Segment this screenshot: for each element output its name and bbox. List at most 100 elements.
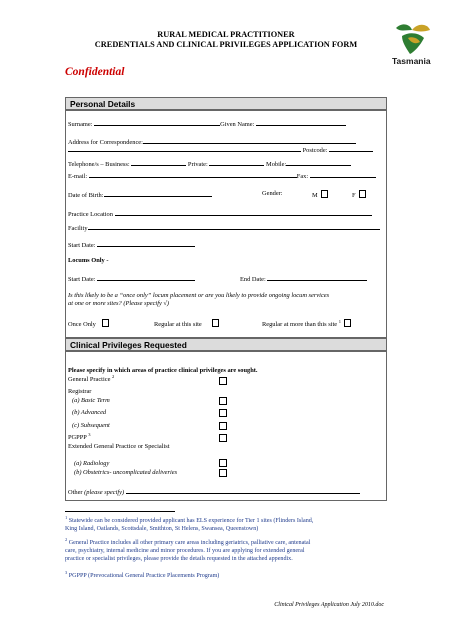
business-phone-field[interactable] [131, 159, 187, 166]
locums-only-label: Locums Only - [68, 257, 109, 264]
postcode-label: Postcode: [302, 147, 328, 154]
footnote-1-line2: King Island, Oatlands, Scottsdale, Smith… [65, 526, 259, 533]
private-phone-field[interactable] [209, 159, 265, 166]
footnote-3-line1: 3 PGPPP (Prevocational General Practice … [65, 570, 395, 580]
pgppp-checkbox[interactable] [219, 434, 227, 442]
surname-row: Surname: Given Name: [68, 119, 346, 129]
footnote-2: 2 General Practice includes all other pr… [65, 537, 395, 564]
advanced-label: (b) Advanced [72, 409, 107, 416]
address-field-2[interactable] [68, 145, 301, 152]
other-specify-label: (please specify) [84, 489, 125, 496]
gender-f-checkbox[interactable] [358, 190, 367, 198]
start-date-label: Start Date: [68, 242, 96, 249]
general-practice-label: General Practice [68, 376, 111, 383]
footnote-1-text-a: Statewide can be considered provided app… [68, 518, 314, 524]
facility-label: Facility [68, 225, 88, 232]
footnote-1: 1 Statewide can be considered provided a… [65, 515, 395, 533]
locum-end-row: End Date: [240, 274, 368, 284]
given-name-label: Given Name: [220, 121, 255, 128]
dob-row: Date of Birth: [68, 190, 212, 200]
once-only-option[interactable]: Once Only [68, 319, 110, 329]
basic-term-checkbox[interactable] [219, 397, 227, 405]
practice-location-label: Practice Location [68, 211, 113, 218]
regular-this-site-label: Regular at this site [154, 321, 202, 328]
postcode-field[interactable] [329, 145, 374, 152]
other-field[interactable] [125, 487, 360, 494]
practice-location-row: Practice Location [68, 209, 372, 219]
address-field[interactable] [142, 137, 356, 144]
form-title-line2: CREDENTIALS AND CLINICAL PRIVILEGES APPL… [94, 40, 358, 49]
fax-field[interactable] [309, 171, 376, 178]
radiology-label: (a) Radiology [74, 460, 110, 467]
clinical-instruction: Please specify in which areas of practic… [68, 367, 258, 374]
footnote-separator [65, 511, 175, 512]
basic-term-label: (a) Basic Term [72, 397, 110, 404]
footnote-1-number: 1 [65, 515, 68, 520]
given-name-field[interactable] [255, 119, 346, 126]
fax-label: Fax: [296, 173, 309, 180]
footnote-3: 3 PGPPP (Prevocational General Practice … [65, 570, 395, 580]
pgppp-footnote-ref: 3 [88, 432, 91, 437]
regular-this-site-checkbox[interactable] [211, 319, 220, 327]
document-footer: Clinical Privileges Application July 201… [274, 602, 384, 608]
other-row: Other (please specify) [68, 487, 360, 497]
surname-field[interactable] [94, 119, 221, 126]
facility-row: Facility [68, 223, 380, 233]
address-row-2: Postcode: [68, 145, 374, 155]
pgppp-item: PGPPP 3 [68, 432, 91, 442]
locum-question-line2: at one or more sites? (Please specify √) [68, 300, 170, 307]
gender-f-label: F [352, 192, 356, 199]
extended-label: Extended General Practice or Specialist [68, 443, 170, 450]
regular-more-sites-footnote-ref: 1 [338, 319, 341, 324]
once-only-checkbox[interactable] [101, 319, 110, 327]
dob-field[interactable] [103, 190, 212, 197]
gender-m-checkbox[interactable] [320, 190, 329, 198]
start-date-field[interactable] [97, 240, 196, 247]
locum-question-line1: Is this likely to be a “once only” locum… [68, 292, 330, 299]
email-row: E-mail: Fax: [68, 171, 376, 181]
locum-start-field[interactable] [97, 274, 196, 281]
start-date-row: Start Date: [68, 240, 196, 250]
mobile-label: Mobile: [266, 161, 287, 168]
telephone-label: Telephone/s – Business: [68, 161, 130, 168]
footnote-3-text-a: PGPPP (Prevocational General Practice Pl… [68, 573, 220, 579]
private-label: Private: [187, 161, 208, 168]
radiology-checkbox[interactable] [219, 459, 227, 467]
locum-start-row: Start Date: [68, 274, 196, 284]
gender-m-option[interactable]: M [312, 190, 329, 200]
gender-label: Gender: [262, 190, 283, 197]
footnote-1-line1: 1 Statewide can be considered provided a… [65, 515, 395, 525]
subsequent-checkbox[interactable] [219, 422, 227, 430]
regular-more-sites-label: Regular at more than this site [262, 321, 338, 328]
surname-label: Surname: [68, 121, 93, 128]
personal-details-heading: Personal Details [65, 97, 387, 110]
general-practice-footnote-ref: 2 [112, 374, 115, 379]
regular-this-site-option[interactable]: Regular at this site [154, 319, 220, 329]
other-label: Other [68, 489, 83, 496]
gender-m-label: M [312, 192, 318, 199]
form-title-line1: RURAL MEDICAL PRACTITIONER [157, 30, 295, 39]
regular-more-sites-option[interactable]: Regular at more than this site 1 [262, 319, 352, 329]
locum-start-label: Start Date: [68, 276, 96, 283]
obstetrics-checkbox[interactable] [219, 469, 227, 477]
practice-location-field[interactable] [114, 209, 372, 216]
pgppp-label: PGPPP [68, 434, 87, 441]
footnote-3-number: 3 [65, 570, 68, 575]
locum-end-field[interactable] [267, 274, 368, 281]
confidential-label: Confidential [65, 66, 125, 78]
footnote-2-text-a: General Practice includes all other prim… [68, 540, 311, 546]
email-label: E-mail: [68, 173, 88, 180]
footnote-2-line3: practice or specialist privileges, pleas… [65, 556, 293, 563]
advanced-checkbox[interactable] [219, 409, 227, 417]
subsequent-label: (c) Subsequent [72, 422, 110, 429]
email-field[interactable] [88, 171, 297, 178]
regular-more-sites-checkbox[interactable] [343, 319, 352, 327]
tasmania-logo-icon [396, 24, 430, 54]
facility-field[interactable] [87, 223, 380, 230]
clinical-privileges-heading: Clinical Privileges Requested [65, 338, 387, 351]
dob-label: Date of Birth: [68, 192, 104, 199]
gender-f-option[interactable]: F [352, 190, 367, 200]
obstetrics-label: (b) Obstetrics- uncomplicated deliveries [74, 469, 178, 476]
general-practice-checkbox[interactable] [219, 377, 227, 385]
mobile-field[interactable] [286, 159, 352, 166]
